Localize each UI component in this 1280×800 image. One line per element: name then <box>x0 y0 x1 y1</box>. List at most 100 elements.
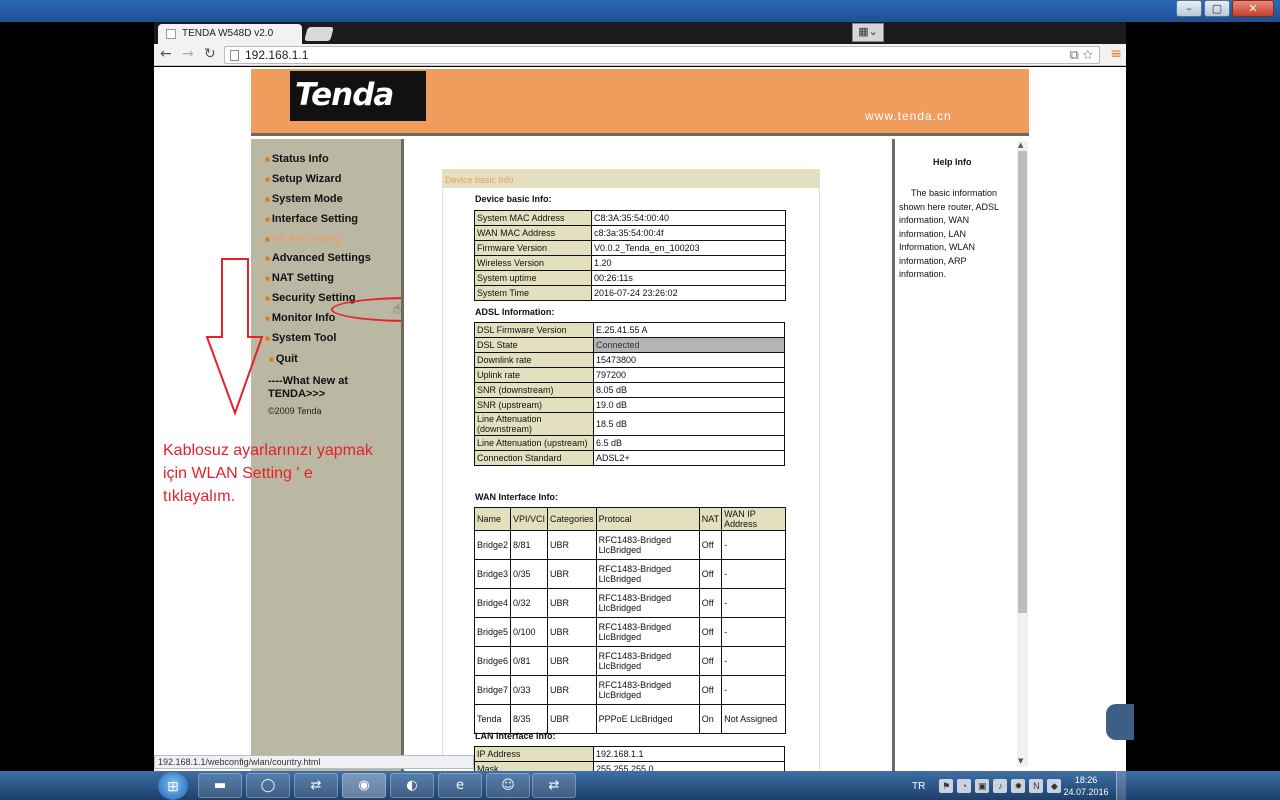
taskbar-app-chrome[interactable]: ◉ <box>342 773 386 798</box>
clock[interactable]: 18:26 24.07.2016 <box>1060 774 1112 798</box>
maximize-button[interactable]: ▢ <box>1204 0 1230 17</box>
column-header: VPI/VCI <box>510 507 549 531</box>
content-panel: Device basic Info Device basic Info: Sys… <box>404 139 892 771</box>
page-header: Tenda www.tenda.cn <box>251 69 1029 136</box>
reload-icon[interactable]: ↻ <box>204 46 216 62</box>
field-value: 18.5 dB <box>593 412 785 436</box>
notification-icon[interactable]: ✹ <box>1011 779 1026 793</box>
help-panel: Help Info The basic information shown he… <box>895 139 1029 771</box>
tab-title: TENDA W548D v2.0 <box>182 28 274 39</box>
table-cell: Bridge5 <box>473 617 512 647</box>
field-value: Connected <box>593 337 785 353</box>
menu-nat-setting[interactable]: ■ NAT Setting <box>265 272 334 284</box>
table-cell: 8/81 <box>510 530 549 560</box>
device-row: System MAC Address C8:3A:35:54:00:40 <box>474 210 786 226</box>
taskbar-app-ttnet[interactable]: ▬ <box>198 773 242 798</box>
table-cell: RFC1483-Bridged LlcBridged <box>595 530 700 560</box>
browser-tab[interactable]: TENDA W548D v2.0 <box>158 24 302 44</box>
scroll-down-icon[interactable]: ▼ <box>1018 757 1023 765</box>
table-cell: Off <box>698 617 723 647</box>
volume-icon[interactable]: ♪ <box>993 779 1008 793</box>
field-value: 19.0 dB <box>593 397 785 413</box>
wan-row: Tenda 8/35 UBR PPPoE LlcBridged On Not Assign… <box>473 704 786 734</box>
close-button[interactable]: ✕ <box>1232 0 1274 17</box>
menu-setup-wizard[interactable]: ■ Setup Wizard <box>265 173 341 185</box>
table-cell: 0/81 <box>510 646 549 676</box>
field-label: System MAC Address <box>474 210 592 226</box>
whats-new-link[interactable]: ----What New at TENDA>>> <box>268 375 368 401</box>
antivirus-icon[interactable]: ◔ <box>957 779 972 793</box>
table-cell: - <box>721 646 786 676</box>
tenda-logo: Tenda <box>290 71 426 121</box>
scroll-thumb[interactable] <box>1018 151 1027 613</box>
adsl-row: DSL State Connected <box>474 337 785 353</box>
clock-time: 18:26 <box>1074 775 1098 785</box>
menu-quit[interactable]: ■ Quit <box>269 353 298 365</box>
menu-system-tool[interactable]: ■ System Tool <box>265 332 336 344</box>
lan-heading: LAN Interface Info: <box>475 731 556 741</box>
show-desktop-button[interactable] <box>1116 771 1126 800</box>
copyright: ©2009 Tenda <box>268 406 322 416</box>
wan-row: Bridge6 0/81 UBR RFC1483-Bridged LlcBridged… <box>473 646 786 676</box>
field-label: Mask <box>474 761 594 771</box>
menu-icon[interactable]: ≡ <box>1110 46 1122 62</box>
field-value: 6.5 dB <box>593 435 785 451</box>
table-cell: Off <box>698 588 723 618</box>
wan-table: Name VPI/VCI Categories Protocal NAT WAN IP A… <box>473 507 786 734</box>
scroll-up-icon[interactable]: ▲ <box>1018 141 1023 149</box>
column-header: Name <box>473 507 512 531</box>
onenote-icon[interactable]: N <box>1029 779 1044 793</box>
taskbar-app-opera[interactable]: ◯ <box>246 773 290 798</box>
table-cell: Bridge4 <box>473 588 512 618</box>
page-icon <box>230 50 239 61</box>
adsl-row: DSL Firmware Version E.25.41.55 A <box>474 322 785 338</box>
table-cell: RFC1483-Bridged LlcBridged <box>595 559 700 589</box>
menu-interface-setting[interactable]: ■ Interface Setting <box>265 213 358 225</box>
field-label: Downlink rate <box>474 352 594 368</box>
device-row: System Time 2016-07-24 23:26:02 <box>474 285 786 301</box>
browser-toolbar: ← → ↻ 192.168.1.1 ⧉ ☆ ≡ <box>154 44 1126 66</box>
menu-wlan-setting[interactable]: ■ WLAN Setting <box>265 233 341 245</box>
network-icon[interactable]: ▣ <box>975 779 990 793</box>
field-label: Line Attenuation (downstream) <box>474 412 594 436</box>
menu-monitor-info[interactable]: ■ Monitor Info <box>265 312 335 324</box>
address-text: 192.168.1.1 <box>245 48 309 62</box>
taskbar-app-ccleaner[interactable]: ◐ <box>390 773 434 798</box>
menu-advanced-settings[interactable]: ■ Advanced Settings <box>265 252 371 264</box>
field-label: SNR (upstream) <box>474 397 594 413</box>
table-cell: RFC1483-Bridged LlcBridged <box>595 675 700 705</box>
bookmark-star-icon[interactable]: ⧉ ☆ <box>1069 47 1093 63</box>
menu-status-info[interactable]: ■ Status Info <box>265 153 329 165</box>
table-cell: - <box>721 530 786 560</box>
address-bar[interactable]: 192.168.1.1 ⧉ ☆ <box>224 46 1100 64</box>
taskbar-app-teamviewer[interactable]: ⇄ <box>294 773 338 798</box>
wan-row: Bridge7 0/33 UBR RFC1483-Bridged LlcBridged… <box>473 675 786 705</box>
flag-icon[interactable]: ⚑ <box>939 779 954 793</box>
column-header: Protocal <box>595 507 700 531</box>
taskbar-app-ie[interactable]: e <box>438 773 482 798</box>
field-label: System uptime <box>474 270 592 286</box>
table-cell: Bridge7 <box>473 675 512 705</box>
tab-overflow-icon[interactable]: ▦⌄ <box>852 23 884 42</box>
table-cell: - <box>721 617 786 647</box>
device-heading: Device basic Info: <box>475 194 552 204</box>
new-tab-button[interactable] <box>304 27 334 41</box>
minimize-button[interactable]: – <box>1176 0 1202 17</box>
table-cell: Off <box>698 646 723 676</box>
chat-widget-icon[interactable] <box>1106 704 1134 740</box>
language-indicator[interactable]: TR <box>912 781 925 792</box>
field-value: 2016-07-24 23:26:02 <box>591 285 786 301</box>
column-header: NAT <box>698 507 723 531</box>
down-arrow-annotation <box>205 258 264 416</box>
back-arrow-icon[interactable]: ← <box>160 46 172 62</box>
table-cell: - <box>721 675 786 705</box>
taskbar-app-teamviewer-2[interactable]: ⇄ <box>532 773 576 798</box>
menu-system-mode[interactable]: ■ System Mode <box>265 193 343 205</box>
table-cell: RFC1483-Bridged LlcBridged <box>595 617 700 647</box>
forward-arrow-icon[interactable]: → <box>182 46 194 62</box>
start-button[interactable]: ⊞ <box>158 772 188 800</box>
taskbar-app-users[interactable]: ☺ <box>486 773 530 798</box>
help-scrollbar[interactable]: ▲ ▼ <box>1017 141 1028 767</box>
table-cell: UBR <box>547 704 597 734</box>
table-cell: UBR <box>547 530 597 560</box>
